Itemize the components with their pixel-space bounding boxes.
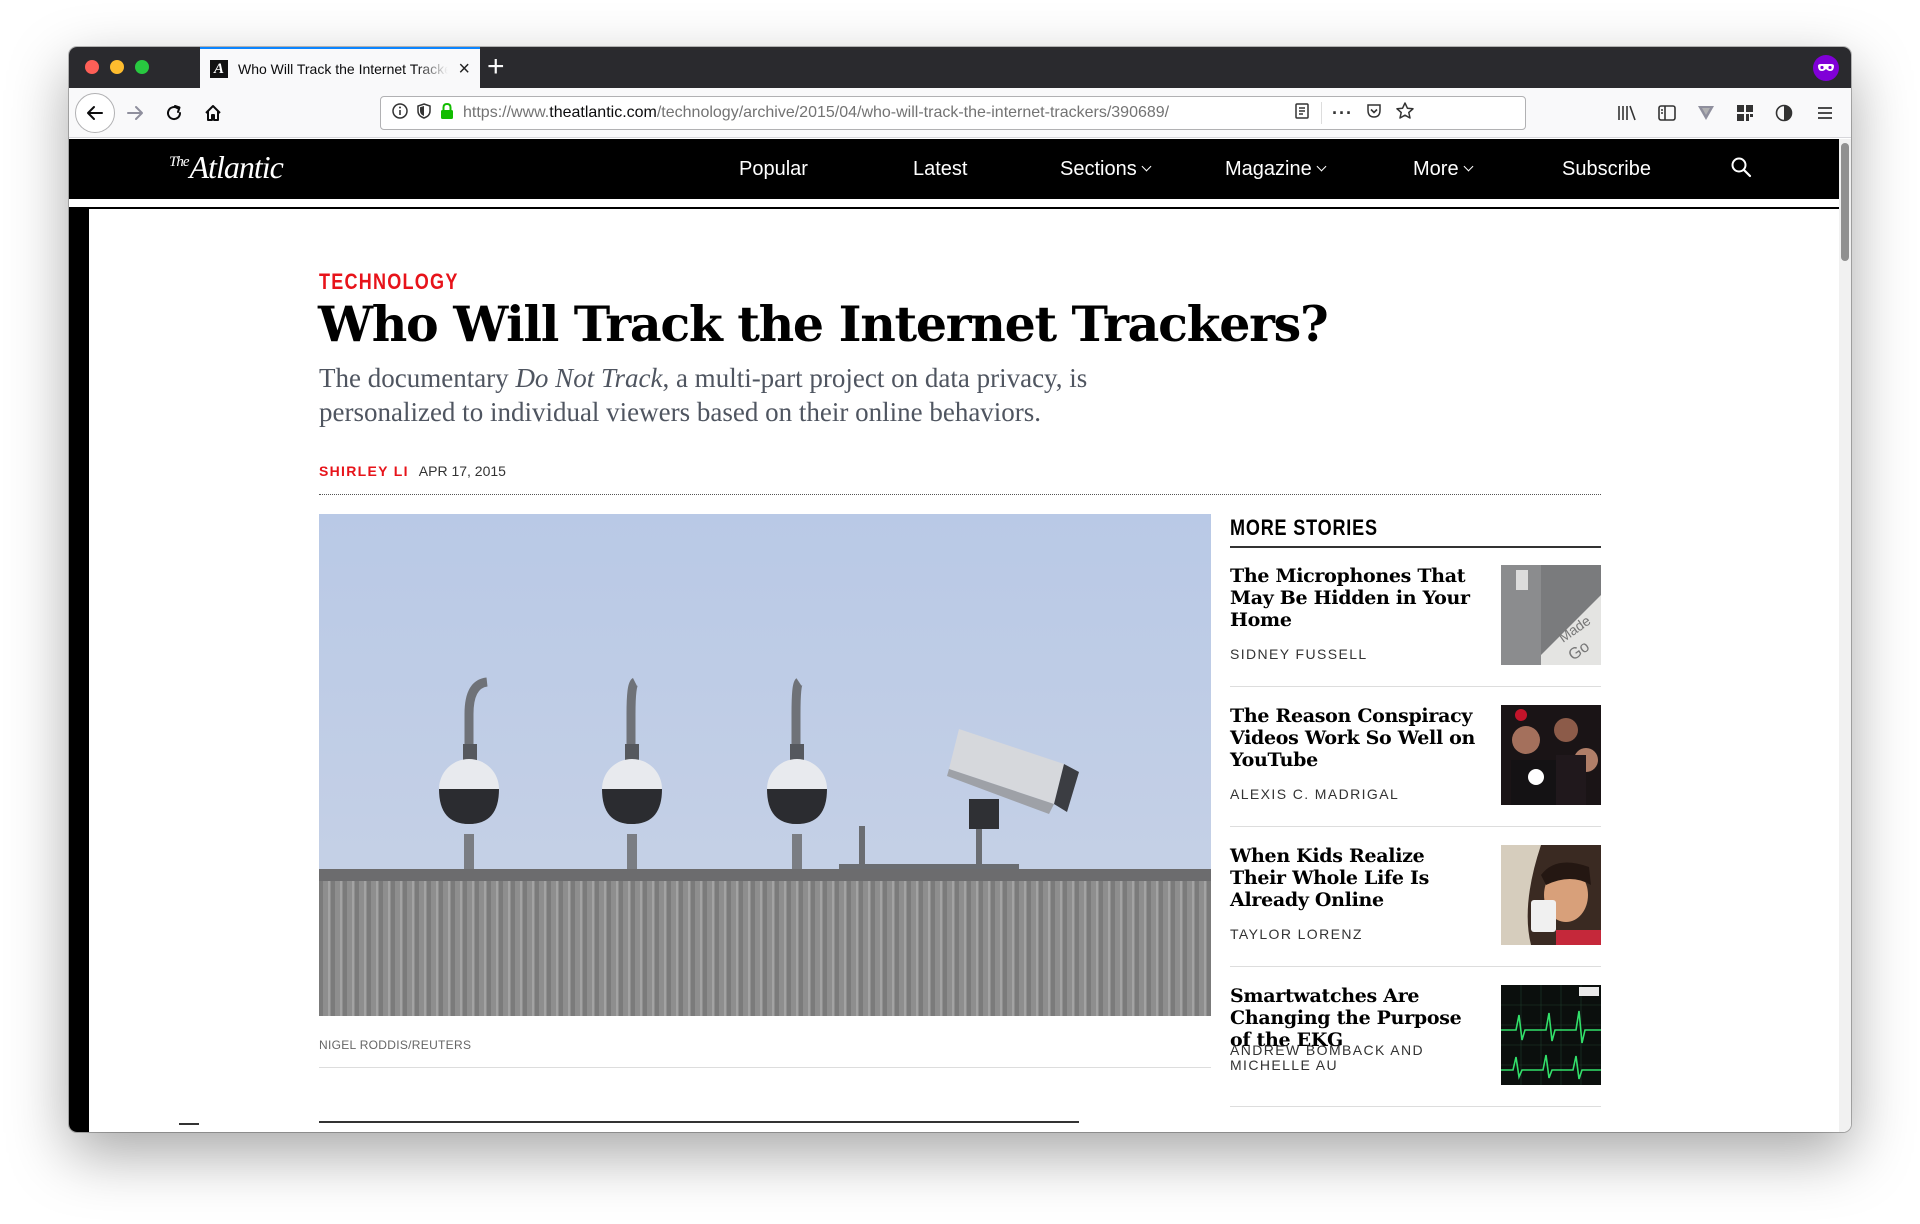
story-author: ALEXIS C. MADRIGAL — [1230, 786, 1400, 802]
hero-image — [319, 514, 1211, 1016]
url-prefix: https://www. — [463, 104, 550, 121]
nav-sections[interactable]: Sections — [1060, 158, 1152, 181]
extensions-icon[interactable] — [1729, 97, 1761, 129]
shield-icon[interactable] — [1768, 97, 1800, 129]
story-title[interactable]: The Reason Conspiracy Videos Work So Wel… — [1230, 705, 1480, 771]
article-page: TECHNOLOGY Who Will Track the Internet T… — [69, 199, 1839, 1132]
chevron-down-icon — [1141, 161, 1152, 172]
more-stories-heading: MORE STORIES — [1230, 515, 1378, 540]
tab-title: Who Will Track the Internet Trackers? — [238, 60, 448, 77]
story-thumbnail[interactable]: Made Go — [1501, 565, 1601, 665]
nav-more[interactable]: More — [1413, 158, 1474, 181]
header-rule — [69, 207, 1839, 209]
photo-credit: NIGEL RODDIS/REUTERS — [319, 1038, 472, 1052]
search-icon[interactable] — [1729, 155, 1753, 184]
story-title[interactable]: The Microphones That May Be Hidden in Yo… — [1230, 565, 1480, 631]
zoom-window-button[interactable] — [135, 60, 149, 74]
vivaldi-icon[interactable] — [1690, 97, 1722, 129]
nav-latest[interactable]: Latest — [913, 158, 967, 181]
story-author: ANDREW BOMBACK AND MICHELLE AU — [1230, 1042, 1424, 1073]
menu-icon[interactable] — [1809, 97, 1841, 129]
browser-window: A Who Will Track the Internet Trackers? … — [69, 47, 1851, 1132]
story-card[interactable]: When Kids Realize Their Whole Life Is Al… — [1230, 827, 1601, 967]
atlantic-favicon-icon: A — [210, 59, 228, 78]
private-browsing-icon — [1813, 55, 1839, 81]
url-separator — [1321, 102, 1322, 124]
bookmark-star-icon[interactable] — [1395, 101, 1415, 126]
scrollbar-thumb[interactable] — [1841, 143, 1849, 261]
back-icon[interactable] — [75, 93, 115, 133]
section-label[interactable]: TECHNOLOGY — [319, 269, 459, 295]
sidebar-icon[interactable] — [1651, 97, 1683, 129]
body-marker — [179, 1123, 199, 1125]
tab-active[interactable]: A Who Will Track the Internet Trackers? … — [200, 47, 480, 88]
story-author: TAYLOR LORENZ — [1230, 926, 1363, 942]
navigation-toolbar: https://www.theatlantic.com/technology/a… — [69, 88, 1851, 138]
logo-the: The — [169, 154, 189, 170]
nav-sections-label: Sections — [1060, 158, 1137, 180]
tracking-protection-icon[interactable] — [415, 102, 433, 125]
publish-date: APR 17, 2015 — [418, 463, 506, 479]
url-text[interactable]: https://www.theatlantic.com/technology/a… — [463, 104, 1263, 122]
site-navbar: TheAtlantic Popular Latest Sections Maga… — [69, 139, 1839, 199]
minimize-window-button[interactable] — [110, 60, 124, 74]
chevron-down-icon — [1316, 161, 1327, 172]
nav-magazine-label: Magazine — [1225, 158, 1312, 180]
close-window-button[interactable] — [85, 60, 99, 74]
tab-close-icon[interactable]: × — [458, 59, 470, 79]
story-card[interactable]: The Microphones That May Be Hidden in Yo… — [1230, 547, 1601, 687]
reload-icon[interactable] — [158, 97, 190, 129]
article-headline: Who Will Track the Internet Trackers? — [318, 295, 1329, 353]
left-rail — [69, 209, 89, 1132]
page-scrollbar[interactable] — [1839, 139, 1851, 1132]
atlantic-logo[interactable]: TheAtlantic — [169, 149, 284, 186]
author-link[interactable]: SHIRLEY LI — [319, 463, 409, 479]
pocket-icon[interactable] — [1365, 102, 1383, 125]
new-tab-button[interactable]: + — [487, 52, 505, 82]
info-icon[interactable] — [391, 102, 409, 125]
home-icon[interactable] — [197, 97, 229, 129]
article-body-peek — [319, 1121, 1211, 1132]
article-dek: The documentary Do Not Track, a multi-pa… — [319, 361, 1139, 429]
chevron-down-icon — [1463, 161, 1474, 172]
url-bar[interactable]: https://www.theatlantic.com/technology/a… — [380, 96, 1526, 130]
library-icon[interactable] — [1611, 97, 1643, 129]
story-card[interactable]: Smartwatches Are Changing the Purpose of… — [1230, 967, 1601, 1107]
nav-popular[interactable]: Popular — [739, 158, 808, 181]
story-thumbnail[interactable] — [1501, 705, 1601, 805]
story-thumbnail[interactable] — [1501, 845, 1601, 945]
lock-icon[interactable] — [439, 102, 455, 125]
url-domain: theatlantic.com — [549, 104, 657, 121]
dek-italic: Do Not Track — [515, 363, 663, 393]
page-actions-icon[interactable]: ··· — [1332, 103, 1353, 124]
tab-bar: A Who Will Track the Internet Trackers? … — [69, 47, 1851, 88]
nav-more-label: More — [1413, 158, 1459, 180]
url-path: /technology/archive/2015/04/who-will-tra… — [656, 104, 1170, 121]
story-thumbnail[interactable] — [1501, 985, 1601, 1085]
nav-subscribe[interactable]: Subscribe — [1562, 158, 1651, 181]
caption-divider — [319, 1067, 1211, 1068]
reader-view-icon[interactable] — [1293, 102, 1311, 125]
story-author: SIDNEY FUSSELL — [1230, 646, 1368, 662]
nav-magazine[interactable]: Magazine — [1225, 158, 1327, 181]
story-title[interactable]: When Kids Realize Their Whole Life Is Al… — [1230, 845, 1480, 911]
logo-name: Atlantic — [189, 149, 284, 185]
story-card[interactable]: The Reason Conspiracy Videos Work So Wel… — [1230, 687, 1601, 827]
byline: SHIRLEY LI APR 17, 2015 — [319, 463, 506, 479]
forward-icon[interactable] — [119, 97, 151, 129]
byline-divider — [319, 494, 1601, 495]
dek-text: The documentary — [319, 363, 516, 393]
